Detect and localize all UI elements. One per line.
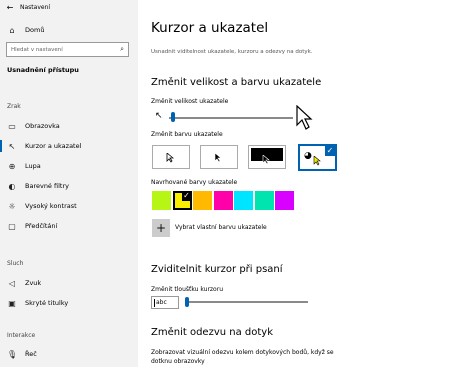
sidebar-item-label: Zvuk <box>25 279 42 287</box>
window-title: Nastavení <box>20 3 51 11</box>
cursor-thickness-label: Změnit tloušťku kurzoru <box>151 286 223 293</box>
suggested-color-swatch[interactable] <box>254 191 274 210</box>
search-input[interactable]: Hledat v nastavení ⌕ <box>6 42 129 57</box>
custom-color-label[interactable]: Vybrat vlastní barvu ukazatele <box>175 224 267 231</box>
sidebar-item-captions[interactable]: ▣ Skryté titulky <box>0 293 138 313</box>
color-wheel-icon: ◕ <box>304 151 312 161</box>
sidebar-category-title[interactable]: Usnadnění přístupu <box>7 66 79 74</box>
sidebar-item-narrator[interactable]: ▢ Předčítání <box>0 216 138 236</box>
cursor-icon: ↖ <box>8 141 16 151</box>
suggested-colors-label: Navrhované barvy ukazatele <box>151 179 238 186</box>
suggested-color-swatch[interactable] <box>213 191 233 210</box>
suggested-color-swatch[interactable] <box>234 191 253 210</box>
touch-feedback-description: Zobrazovat vizuální odezvu kolem dotykov… <box>151 349 334 365</box>
section-label-vision: Zrak <box>7 103 21 110</box>
add-custom-color-button[interactable]: + <box>152 219 170 237</box>
large-pointer-icon <box>296 105 313 130</box>
section-label-interaction: Interakce <box>7 332 36 339</box>
page-title: Kurzor a ukazatel <box>151 20 269 36</box>
selected-check-icon: ✓ <box>325 146 335 156</box>
sidebar: ← Nastavení ⌂ Domů Hledat v nastavení ⌕ … <box>0 0 138 367</box>
custom-pointer-icon <box>313 156 321 166</box>
sidebar-item-cursor[interactable]: ↖ Kurzor a ukazatel <box>0 136 138 156</box>
sidebar-item-label: Barevné filtry <box>25 182 69 190</box>
magnifier-icon: ⊕ <box>8 161 16 171</box>
sidebar-item-label: Vysoký kontrast <box>25 202 77 210</box>
pointer-color-black-option[interactable] <box>200 145 238 169</box>
color-filter-icon: ◐ <box>8 181 16 191</box>
sidebar-item-display[interactable]: ▭ Obrazovka <box>0 116 138 136</box>
sidebar-item-label: Domů <box>25 26 45 34</box>
selected-check-icon: ✓ <box>181 191 192 201</box>
white-pointer-icon <box>166 153 174 163</box>
suggested-color-swatch[interactable] <box>193 191 212 210</box>
sidebar-item-color-filters[interactable]: ◐ Barevné filtry <box>0 176 138 196</box>
microphone-icon: 🎙 <box>7 349 18 359</box>
title-bar: ← Nastavení <box>0 0 138 14</box>
inverted-pointer-icon <box>262 155 270 165</box>
cursor-thickness-track[interactable] <box>185 301 308 303</box>
black-pointer-icon <box>214 153 222 163</box>
sidebar-item-label: Obrazovka <box>25 122 60 130</box>
cursor-preview-box: abc <box>151 296 179 309</box>
pointer-color-custom-option[interactable]: ◕ ✓ <box>298 144 337 171</box>
pointer-color-white-option[interactable] <box>152 145 190 169</box>
search-placeholder: Hledat v nastavení <box>11 46 63 53</box>
small-pointer-icon: ↖ <box>155 111 163 121</box>
pointer-size-label: Změnit velikost ukazatele <box>151 98 229 105</box>
plus-icon: + <box>155 221 167 235</box>
sidebar-item-label: Řeč <box>25 350 37 358</box>
pointer-size-slider[interactable] <box>171 112 176 122</box>
sidebar-item-label: Skryté titulky <box>25 299 69 307</box>
main-panel: Kurzor a ukazatel Usnadnit viditelnost u… <box>138 0 460 367</box>
pointer-size-track[interactable] <box>169 117 293 119</box>
page-subtitle: Usnadnit viditelnost ukazatele, kurzoru … <box>151 49 313 55</box>
monitor-icon: ▭ <box>8 121 16 131</box>
sidebar-item-high-contrast[interactable]: ☼ Vysoký kontrast <box>0 196 138 216</box>
sidebar-item-magnifier[interactable]: ⊕ Lupa <box>0 156 138 176</box>
section-label-hearing: Sluch <box>7 260 24 267</box>
pointer-color-inverted-option[interactable] <box>248 145 286 169</box>
sidebar-item-label: Kurzor a ukazatel <box>25 142 82 150</box>
speaker-icon: ◁ <box>8 278 16 288</box>
captions-icon: ▣ <box>8 298 16 308</box>
sidebar-item-speech[interactable]: 🎙 Řeč <box>0 344 138 364</box>
touch-feedback-heading: Změnit odezvu na dotyk <box>151 327 274 338</box>
suggested-color-swatch[interactable] <box>152 191 171 210</box>
search-icon[interactable]: ⌕ <box>120 45 124 54</box>
contrast-icon: ☼ <box>8 201 16 211</box>
sidebar-item-label: Lupa <box>25 162 41 170</box>
sidebar-item-home[interactable]: ⌂ Domů <box>0 20 137 40</box>
suggested-color-swatch[interactable]: ✓ <box>172 191 192 210</box>
back-arrow-icon[interactable]: ← <box>0 3 20 12</box>
suggested-color-swatch[interactable] <box>275 191 294 210</box>
text-cursor-heading: Zviditelnit kurzor při psaní <box>151 264 283 275</box>
pointer-color-label: Změnit barvu ukazatele <box>151 131 223 138</box>
sidebar-item-audio[interactable]: ◁ Zvuk <box>0 273 138 293</box>
home-icon: ⌂ <box>9 25 15 35</box>
size-color-heading: Změnit velikost a barvu ukazatele <box>151 77 322 88</box>
sidebar-item-label: Předčítání <box>25 222 58 230</box>
cursor-preview-text: abc <box>156 299 167 306</box>
cursor-thickness-slider[interactable] <box>185 297 189 307</box>
text-caret <box>154 298 155 307</box>
narrator-icon: ▢ <box>8 221 16 231</box>
